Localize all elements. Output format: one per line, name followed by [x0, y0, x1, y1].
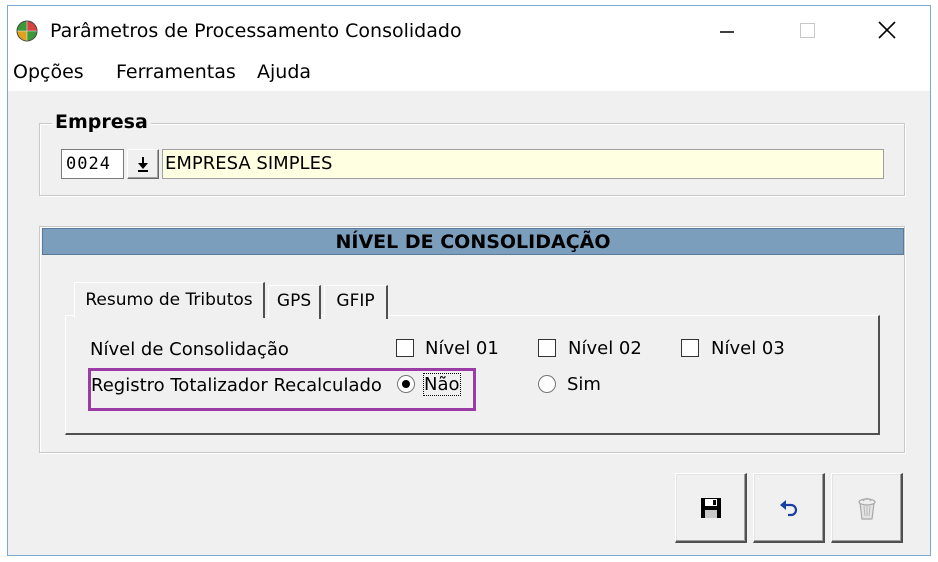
tab-gfip[interactable]: GFIP	[324, 285, 388, 319]
empresa-code-input[interactable]: 0024	[61, 149, 124, 179]
minimize-icon	[720, 31, 734, 33]
save-floppy-icon	[700, 497, 721, 518]
maximize-button[interactable]	[784, 14, 830, 46]
main-window: Parâmetros de Processamento Consolidado …	[7, 5, 931, 556]
empresa-lookup-button[interactable]	[127, 149, 159, 179]
delete-button[interactable]	[831, 473, 903, 543]
menu-ajuda[interactable]: Ajuda	[257, 61, 311, 83]
tab-gps[interactable]: GPS	[268, 285, 321, 319]
undo-button[interactable]	[753, 473, 825, 543]
menu-bar: Opções Ferramentas Ajuda	[8, 51, 930, 91]
menu-ferramentas[interactable]: Ferramentas	[116, 61, 236, 83]
consolidacao-header: NÍVEL DE CONSOLIDAÇÃO	[42, 228, 904, 255]
nivel-02-label[interactable]: Nível 02	[568, 338, 642, 359]
window-title: Parâmetros de Processamento Consolidado	[50, 20, 462, 42]
menu-opcoes[interactable]: Opções	[13, 61, 84, 83]
nivel-02-checkbox[interactable]	[538, 339, 556, 357]
close-button[interactable]	[864, 14, 910, 46]
nivel-03-label[interactable]: Nível 03	[711, 338, 785, 359]
nivel-01-checkbox[interactable]	[396, 339, 414, 357]
save-button[interactable]	[675, 473, 747, 543]
nivel-consolidacao-label: Nível de Consolidação	[90, 339, 289, 360]
minimize-button[interactable]	[704, 14, 750, 46]
title-bar: Parâmetros de Processamento Consolidado	[8, 6, 930, 51]
registro-sim-radio[interactable]	[538, 375, 556, 393]
app-globe-icon	[16, 20, 38, 42]
maximize-icon	[800, 23, 815, 38]
nivel-01-label[interactable]: Nível 01	[425, 338, 499, 359]
undo-icon	[779, 499, 797, 516]
close-icon	[878, 21, 896, 39]
tab-resumo-tributos[interactable]: Resumo de Tributos	[74, 282, 265, 318]
delete-trash-icon	[857, 497, 876, 520]
registro-sim-label[interactable]: Sim	[567, 374, 601, 395]
empresa-name-field: EMPRESA SIMPLES	[162, 149, 884, 179]
highlight-annotation	[88, 368, 476, 411]
empresa-legend: Empresa	[52, 111, 151, 133]
download-arrow-icon	[138, 157, 148, 172]
nivel-03-checkbox[interactable]	[681, 339, 699, 357]
